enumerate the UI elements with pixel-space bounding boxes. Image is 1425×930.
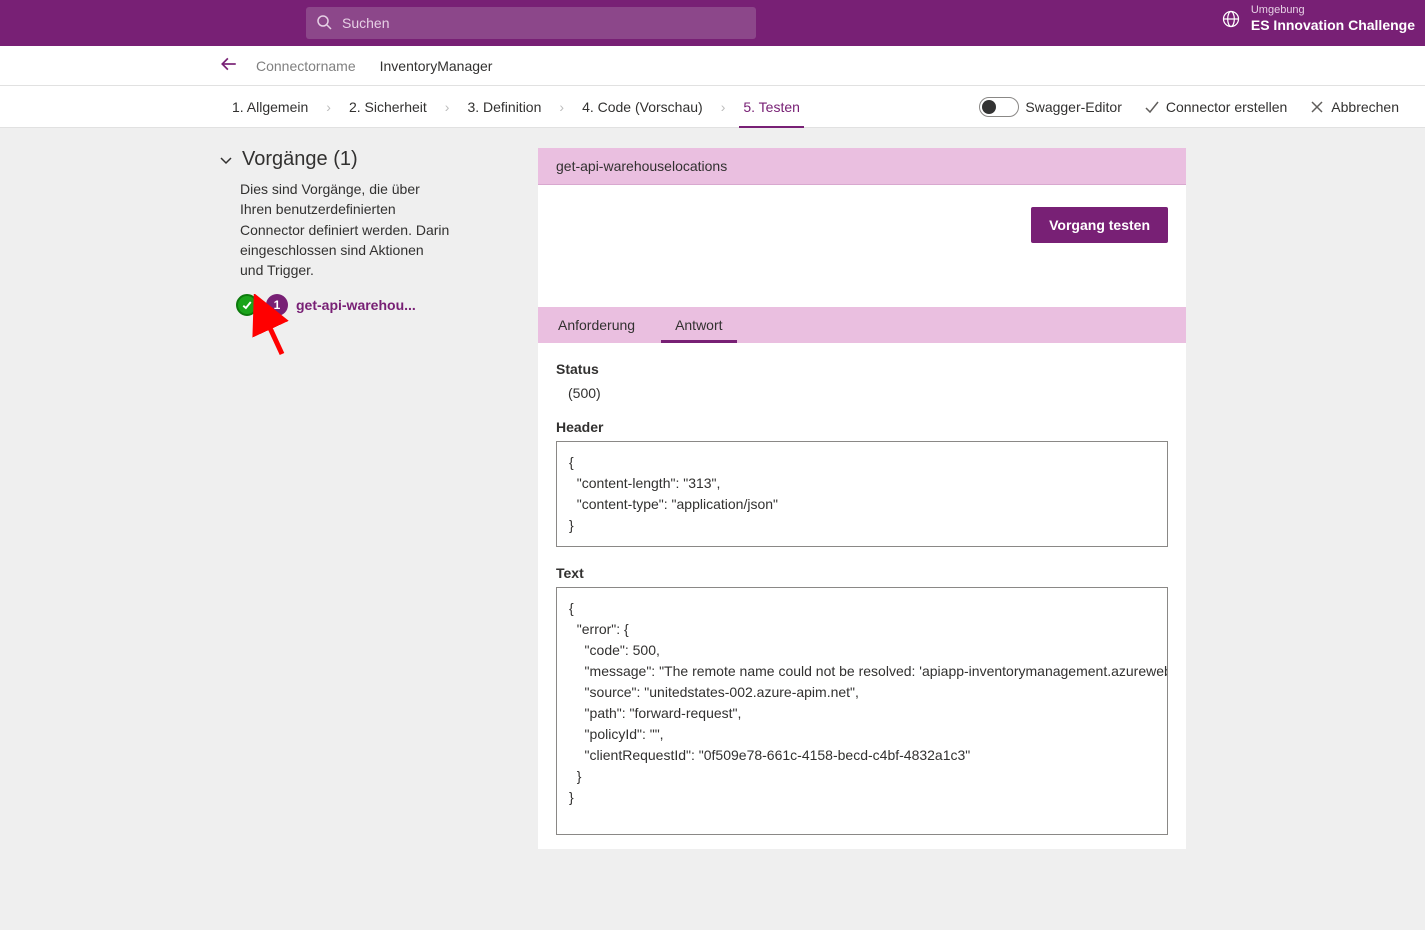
operation-item[interactable]: 1 get-api-warehou... xyxy=(236,294,538,316)
search-input[interactable] xyxy=(306,7,756,39)
operations-sidebar: Vorgänge (1) Dies sind Vorgänge, die übe… xyxy=(218,148,538,316)
back-button[interactable] xyxy=(220,55,238,76)
header-content-box[interactable]: { "content-length": "313", "content-type… xyxy=(556,441,1168,547)
text-label: Text xyxy=(556,565,1168,581)
test-action-area: Vorgang testen xyxy=(538,185,1186,265)
test-operation-button[interactable]: Vorgang testen xyxy=(1031,207,1168,243)
connector-name: InventoryManager xyxy=(380,58,493,74)
wizard-steps-bar: 1. Allgemein › 2. Sicherheit › 3. Defini… xyxy=(0,86,1425,128)
cancel-label: Abbrechen xyxy=(1331,99,1399,115)
status-label: Status xyxy=(556,361,1168,377)
header-label: Header xyxy=(556,419,1168,435)
breadcrumb-bar: Connectorname InventoryManager xyxy=(0,46,1425,86)
request-response-tabs: Anforderung Antwort xyxy=(538,307,1186,343)
operation-test-panel: get-api-warehouselocations Vorgang teste… xyxy=(538,148,1186,849)
status-value: (500) xyxy=(568,385,1168,401)
globe-icon xyxy=(1221,9,1241,29)
toggle-switch[interactable] xyxy=(979,97,1019,117)
main-content: Vorgänge (1) Dies sind Vorgänge, die übe… xyxy=(0,128,1425,889)
wizard-step-test[interactable]: 5. Testen xyxy=(729,86,814,128)
text-content-box[interactable]: { "error": { "code": 500, "message": "Th… xyxy=(556,587,1168,835)
breadcrumb-label: Connectorname xyxy=(256,58,356,74)
chevron-right-icon: › xyxy=(322,99,335,115)
success-check-icon xyxy=(236,294,258,316)
wizard-step-code[interactable]: 4. Code (Vorschau) xyxy=(568,86,717,128)
wizard-step-definition[interactable]: 3. Definition xyxy=(453,86,555,128)
top-app-bar: Umgebung ES Innovation Challenge xyxy=(0,0,1425,46)
operation-name: get-api-warehou... xyxy=(296,297,416,313)
search-icon xyxy=(316,14,332,33)
chevron-right-icon: › xyxy=(441,99,454,115)
environment-picker[interactable]: Umgebung ES Innovation Challenge xyxy=(1221,4,1415,34)
operations-header[interactable]: Vorgänge (1) xyxy=(218,148,538,171)
operations-title: Vorgänge (1) xyxy=(242,148,358,171)
swagger-toggle[interactable]: Swagger-Editor xyxy=(979,97,1122,117)
operations-description: Dies sind Vorgänge, die über Ihren benut… xyxy=(240,179,450,280)
chevron-right-icon: › xyxy=(717,99,730,115)
wizard-step-security[interactable]: 2. Sicherheit xyxy=(335,86,441,128)
checkmark-icon xyxy=(1144,99,1160,115)
swagger-label: Swagger-Editor xyxy=(1025,99,1122,115)
tab-response[interactable]: Antwort xyxy=(655,307,742,343)
tab-request[interactable]: Anforderung xyxy=(538,307,655,343)
create-connector-button[interactable]: Connector erstellen xyxy=(1144,99,1287,115)
chevron-right-icon: › xyxy=(555,99,568,115)
environment-name: ES Innovation Challenge xyxy=(1251,17,1415,34)
close-icon xyxy=(1309,99,1325,115)
chevron-down-icon xyxy=(218,152,234,168)
operation-title-bar: get-api-warehouselocations xyxy=(538,148,1186,185)
search-container xyxy=(306,7,756,39)
create-connector-label: Connector erstellen xyxy=(1166,99,1287,115)
environment-label: Umgebung xyxy=(1251,4,1415,17)
wizard-step-general[interactable]: 1. Allgemein xyxy=(218,86,322,128)
operation-number-badge: 1 xyxy=(266,294,288,316)
cancel-button[interactable]: Abbrechen xyxy=(1309,99,1399,115)
toolbar-right: Swagger-Editor Connector erstellen Abbre… xyxy=(979,97,1425,117)
response-panel: Anforderung Antwort Status (500) Header … xyxy=(538,307,1186,835)
